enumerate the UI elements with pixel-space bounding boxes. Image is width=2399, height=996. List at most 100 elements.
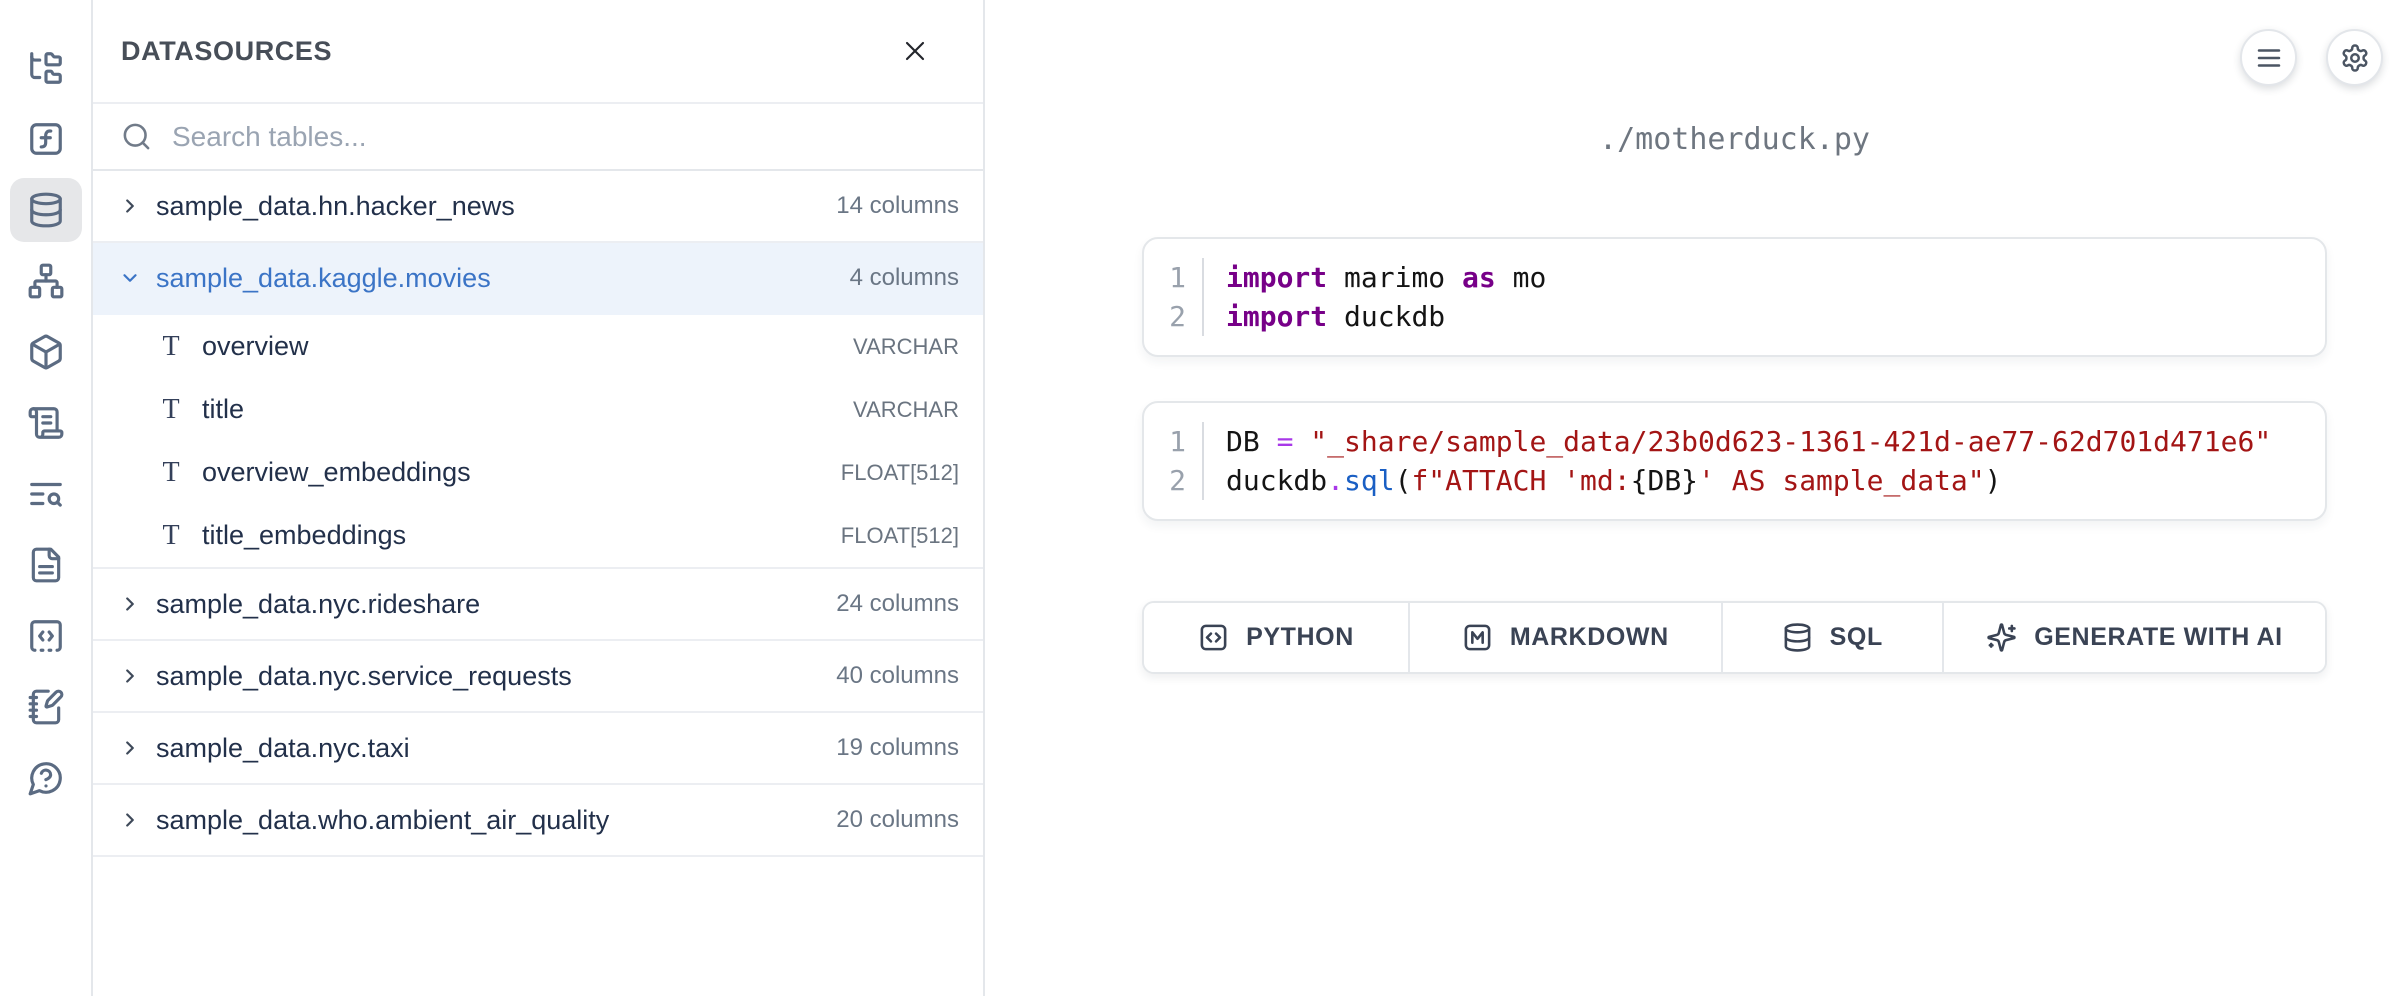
notebook-content: ./motherduck.py 1import marimo as mo2imp…	[1142, 0, 2327, 674]
text-search-icon	[27, 475, 65, 513]
table-row[interactable]: sample_data.kaggle.movies 4 columns	[93, 243, 983, 315]
add-button-label: SQL	[1830, 623, 1883, 652]
column-row[interactable]: Ttitle_embeddings FLOAT[512]	[93, 504, 983, 567]
table-name: sample_data.hn.hacker_news	[156, 191, 821, 222]
panel-header: DATASOURCES	[93, 0, 983, 104]
scroll-text-icon	[27, 404, 65, 442]
rail-help-button[interactable]	[10, 746, 82, 810]
add-button-label: PYTHON	[1246, 623, 1354, 652]
cells: 1import marimo as mo2import duckdb1DB = …	[1142, 237, 2327, 521]
line-number: 1	[1144, 422, 1202, 461]
datasources-panel: DATASOURCES sample_data.hn.hacker_news14…	[93, 0, 985, 996]
rail-packages-button[interactable]	[10, 320, 82, 384]
chevron-right-icon	[119, 665, 141, 687]
square-code-icon	[1198, 622, 1229, 653]
rail-snippets-button[interactable]	[10, 604, 82, 668]
line-number: 2	[1144, 461, 1202, 500]
column-row[interactable]: ToverviewVARCHAR	[93, 315, 983, 378]
chevron-right-icon	[119, 737, 141, 759]
search-icon	[121, 121, 152, 152]
notebook-area: ./motherduck.py 1import marimo as mo2imp…	[985, 0, 2399, 996]
text-type-icon: T	[157, 394, 185, 426]
line-number: 1	[1144, 258, 1202, 297]
column-row[interactable]: Toverview_embeddings FLOAT[512]	[93, 441, 983, 504]
table-columns-count: 20 columns	[836, 806, 959, 834]
rail-scratchpad-button[interactable]	[10, 675, 82, 739]
text-type-icon: T	[157, 457, 185, 489]
table-row[interactable]: sample_data.nyc.service_requests40 colum…	[93, 641, 983, 713]
code-line: 2duckdb.sql(f"ATTACH 'md:{DB}' AS sample…	[1144, 461, 2325, 500]
box-icon	[27, 333, 65, 371]
chevron-right-icon	[119, 195, 141, 217]
code-cell[interactable]: 1import marimo as mo2import duckdb	[1142, 237, 2327, 357]
rail-datasources-button[interactable]	[10, 178, 82, 242]
rail-logs-button[interactable]	[10, 391, 82, 455]
add-python-button[interactable]: PYTHON	[1144, 603, 1410, 672]
database-icon	[1782, 622, 1813, 653]
code-dashed-icon	[27, 617, 65, 655]
table-row[interactable]: sample_data.hn.hacker_news14 columns	[93, 171, 983, 243]
add-sql-button[interactable]: SQL	[1723, 603, 1944, 672]
function-square-icon	[27, 120, 65, 158]
notebook-pen-icon	[27, 688, 65, 726]
column-type: FLOAT[512]	[841, 523, 959, 549]
table-name: sample_data.who.ambient_air_quality	[156, 805, 821, 836]
file-text-icon	[27, 546, 65, 584]
code-text: import marimo as mo	[1202, 258, 2325, 297]
chevron-right-icon	[119, 809, 141, 831]
column-type: FLOAT[512]	[841, 460, 959, 486]
table-name: sample_data.kaggle.movies	[156, 263, 835, 294]
chevron-down-icon	[119, 267, 141, 289]
code-text: duckdb.sql(f"ATTACH 'md:{DB}' AS sample_…	[1202, 461, 2325, 500]
code-line: 1import marimo as mo	[1144, 258, 2325, 297]
close-panel-button[interactable]	[899, 35, 931, 67]
code-cell[interactable]: 1DB = "_share/sample_data/23b0d623-1361-…	[1142, 401, 2327, 521]
column-row[interactable]: Ttitle VARCHAR	[93, 378, 983, 441]
notebook-filename: ./motherduck.py	[1142, 122, 2327, 157]
rail-variables-button[interactable]	[10, 107, 82, 171]
table-row[interactable]: sample_data.nyc.rideshare 24 columns	[93, 569, 983, 641]
add-cell-bar: PYTHON MARKDOWN SQL GENERATE WITH AI	[1142, 601, 2327, 674]
line-number: 2	[1144, 297, 1202, 336]
add-generate-with-ai-button[interactable]: GENERATE WITH AI	[1944, 603, 2325, 672]
close-icon	[899, 35, 931, 67]
table-row[interactable]: sample_data.nyc.taxi 19 columns	[93, 713, 983, 785]
code-line: 2import duckdb	[1144, 297, 2325, 336]
panel-title: DATASOURCES	[121, 36, 332, 67]
table-columns-count: 4 columns	[850, 264, 959, 292]
chevron-right-icon	[119, 593, 141, 615]
table-columns-count: 24 columns	[836, 590, 959, 618]
settings-button[interactable]	[2326, 29, 2383, 86]
columns-group: Toverview VARCHAR Ttitle VARCHAR Toverview_e…	[93, 315, 983, 569]
column-type: VARCHAR	[853, 334, 959, 360]
table-name: sample_data.nyc.service_requests	[156, 661, 821, 692]
database-icon	[27, 191, 65, 229]
column-name: overview_embeddings	[202, 457, 824, 488]
column-type: VARCHAR	[853, 397, 959, 423]
search-bar	[93, 104, 983, 171]
sparkles-icon	[1986, 622, 2017, 653]
table-row[interactable]: sample_data.who.ambient_air_quality 20 co…	[93, 785, 983, 857]
add-markdown-button[interactable]: MARKDOWN	[1410, 603, 1723, 672]
rail-dependencies-button[interactable]	[10, 249, 82, 313]
network-icon	[27, 262, 65, 300]
square-m-icon	[1462, 622, 1493, 653]
file-tree-icon	[27, 49, 65, 87]
activity-rail	[0, 0, 93, 996]
table-name: sample_data.nyc.taxi	[156, 733, 821, 764]
add-button-label: GENERATE WITH AI	[2034, 623, 2282, 652]
column-name: title_embeddings	[202, 520, 824, 551]
add-button-label: MARKDOWN	[1510, 623, 1669, 652]
rail-documentation-button[interactable]	[10, 533, 82, 597]
column-name: title	[202, 394, 836, 425]
rail-tracebacks-button[interactable]	[10, 462, 82, 526]
gear-icon	[2340, 43, 2370, 73]
app-window: DATASOURCES sample_data.hn.hacker_news14…	[0, 0, 2399, 996]
column-name: overview	[202, 331, 836, 362]
text-type-icon: T	[157, 520, 185, 552]
search-input[interactable]	[172, 121, 955, 153]
rail-file-explorer-button[interactable]	[10, 36, 82, 100]
help-circle-icon	[27, 759, 65, 797]
table-name: sample_data.nyc.rideshare	[156, 589, 821, 620]
table-columns-count: 19 columns	[836, 734, 959, 762]
